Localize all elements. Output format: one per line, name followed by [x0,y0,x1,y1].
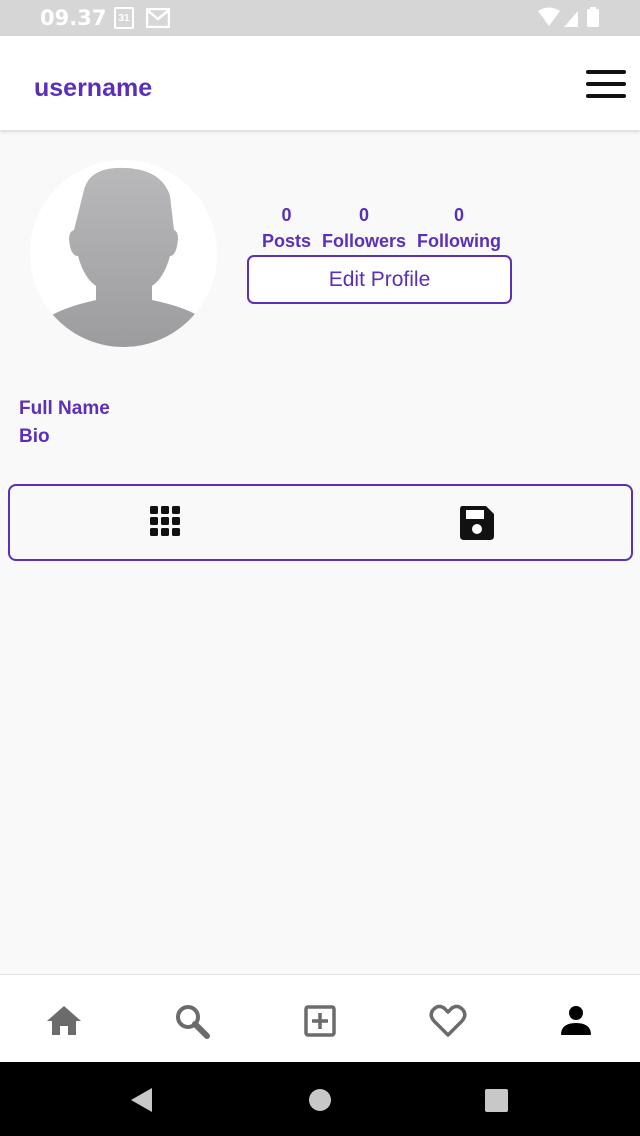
home-button-icon[interactable] [309,1089,331,1111]
add-post-icon[interactable] [300,1001,340,1041]
following-count: 0 [454,205,465,225]
back-icon[interactable] [128,1086,154,1114]
username-title: username [34,74,153,102]
system-status-icons [538,7,599,27]
home-icon[interactable] [44,1001,84,1041]
posts-label: Posts [262,231,312,251]
search-icon[interactable] [172,1001,212,1041]
profile-icon[interactable] [556,1001,596,1041]
stat-followers[interactable]: 0 Followers [322,203,406,255]
status-bar: 09.37 31 [0,0,640,36]
android-navigation-bar [0,1062,640,1136]
full-name: Full Name [19,398,110,419]
following-label: Following [417,231,502,251]
recent-apps-icon[interactable] [485,1089,508,1112]
avatar[interactable] [30,160,217,347]
edit-profile-button[interactable]: Edit Profile [247,255,512,304]
status-time: 09.37 [40,6,107,30]
hamburger-menu-icon[interactable] [586,70,628,102]
app-header: username [0,36,640,130]
profile-stats: 0 Posts 0 Followers 0 Following [262,203,512,255]
stat-posts[interactable]: 0 Posts [262,203,311,255]
calendar-icon: 31 [114,7,134,29]
profile-tabs [8,484,633,561]
bio: Bio [19,426,50,447]
followers-count: 0 [359,205,370,225]
mail-icon [146,8,170,28]
posts-count: 0 [281,205,292,225]
calendar-day: 31 [118,13,130,24]
default-avatar-silhouette-icon [44,167,204,347]
heart-icon[interactable] [428,1001,468,1041]
stat-following[interactable]: 0 Following [417,203,501,255]
followers-label: Followers [322,231,407,251]
save-icon[interactable] [458,504,496,542]
bottom-navigation [0,974,640,1062]
grid-icon[interactable] [148,504,182,538]
